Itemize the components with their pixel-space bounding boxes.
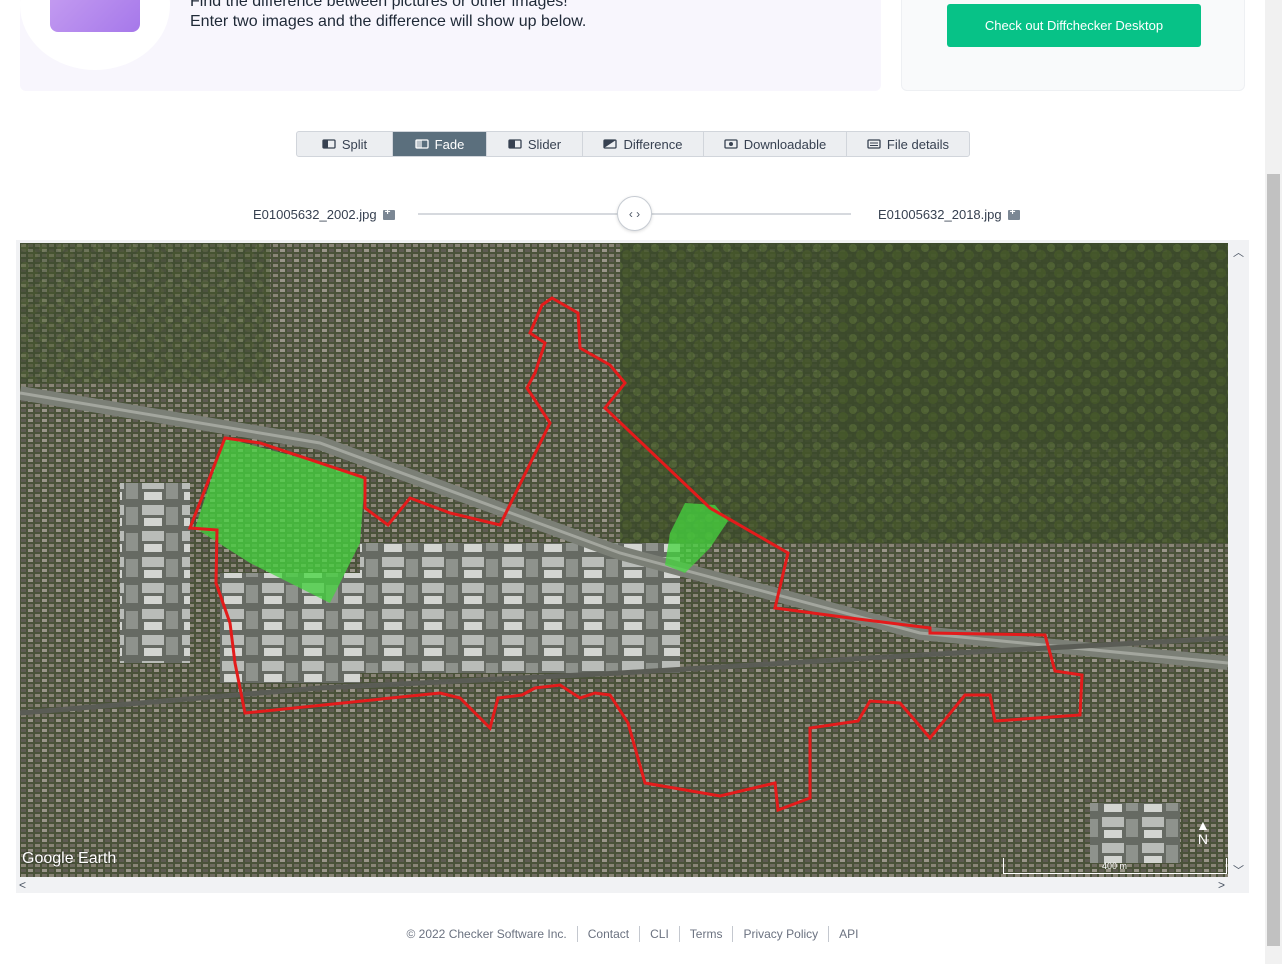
tab-downloadable[interactable]: Downloadable: [704, 132, 847, 156]
tab-label: Slider: [527, 136, 562, 152]
fade-slider-handle[interactable]: ‹ ›: [617, 196, 652, 231]
page-footer: © 2022 Checker Software Inc. Contact CLI…: [0, 926, 1265, 942]
north-label: N: [1197, 831, 1208, 847]
desktop-promo-panel: Check out Diffchecker Desktop: [901, 0, 1245, 91]
map-scale-bar: 400 m: [1003, 858, 1227, 874]
copyright-text: © 2022 Checker Software Inc.: [406, 927, 567, 941]
tab-label: Downloadable: [743, 136, 827, 152]
banner-line-1: Find the difference between pictures or …: [190, 0, 568, 10]
scroll-down-arrow-icon[interactable]: ﹀: [1233, 862, 1244, 878]
tab-slider[interactable]: Slider: [487, 132, 583, 156]
tab-fade[interactable]: Fade: [393, 132, 487, 156]
footer-link-contact[interactable]: Contact: [576, 926, 639, 942]
image-viewport[interactable]: [16, 240, 1249, 893]
scroll-up-arrow-icon[interactable]: ︿: [1233, 244, 1244, 260]
images-illustration-icon: [50, 0, 140, 32]
right-file-name: E01005632_2018.jpg: [878, 207, 1020, 222]
add-file-icon[interactable]: [382, 207, 395, 220]
tab-label: Split: [341, 136, 368, 152]
tab-label: Difference: [623, 136, 683, 152]
difference-icon: [603, 139, 618, 149]
left-file-label: E01005632_2002.jpg: [253, 207, 377, 222]
right-file-label: E01005632_2018.jpg: [878, 207, 1002, 222]
tab-label: File details: [886, 136, 950, 152]
banner-description: Find the difference between pictures or …: [190, 0, 586, 32]
desktop-download-button[interactable]: Check out Diffchecker Desktop: [947, 4, 1201, 47]
footer-link-cli[interactable]: CLI: [639, 926, 679, 942]
tab-label: Fade: [434, 136, 465, 152]
tab-file-details[interactable]: File details: [847, 132, 969, 156]
banner-line-2: Enter two images and the difference will…: [190, 13, 587, 30]
add-file-icon[interactable]: [1007, 207, 1020, 220]
google-earth-watermark: Google Earth: [22, 850, 117, 867]
scroll-left-arrow-icon[interactable]: <: [19, 878, 26, 892]
slider-icon: [508, 139, 522, 149]
view-mode-tabs: Split Fade Slider Difference Downloadabl…: [296, 131, 970, 157]
downloadable-icon: [724, 139, 738, 149]
scroll-right-arrow-icon[interactable]: >: [1218, 878, 1225, 892]
footer-link-privacy[interactable]: Privacy Policy: [732, 926, 828, 942]
footer-link-terms[interactable]: Terms: [678, 926, 733, 942]
tab-split[interactable]: Split: [297, 132, 393, 156]
page-scrollbar-thumb[interactable]: [1267, 174, 1280, 946]
aerial-map-image: [20, 243, 1228, 877]
left-file-name: E01005632_2002.jpg: [253, 207, 395, 222]
file-details-icon: [867, 139, 881, 149]
north-arrow-icon: ▲ N: [1196, 817, 1210, 847]
scale-label: 400 m: [1102, 861, 1128, 871]
tab-difference[interactable]: Difference: [583, 132, 704, 156]
footer-link-api[interactable]: API: [828, 926, 868, 942]
split-icon: [322, 139, 336, 149]
aerial-map-svg: [20, 243, 1228, 877]
fade-icon: [415, 139, 429, 149]
